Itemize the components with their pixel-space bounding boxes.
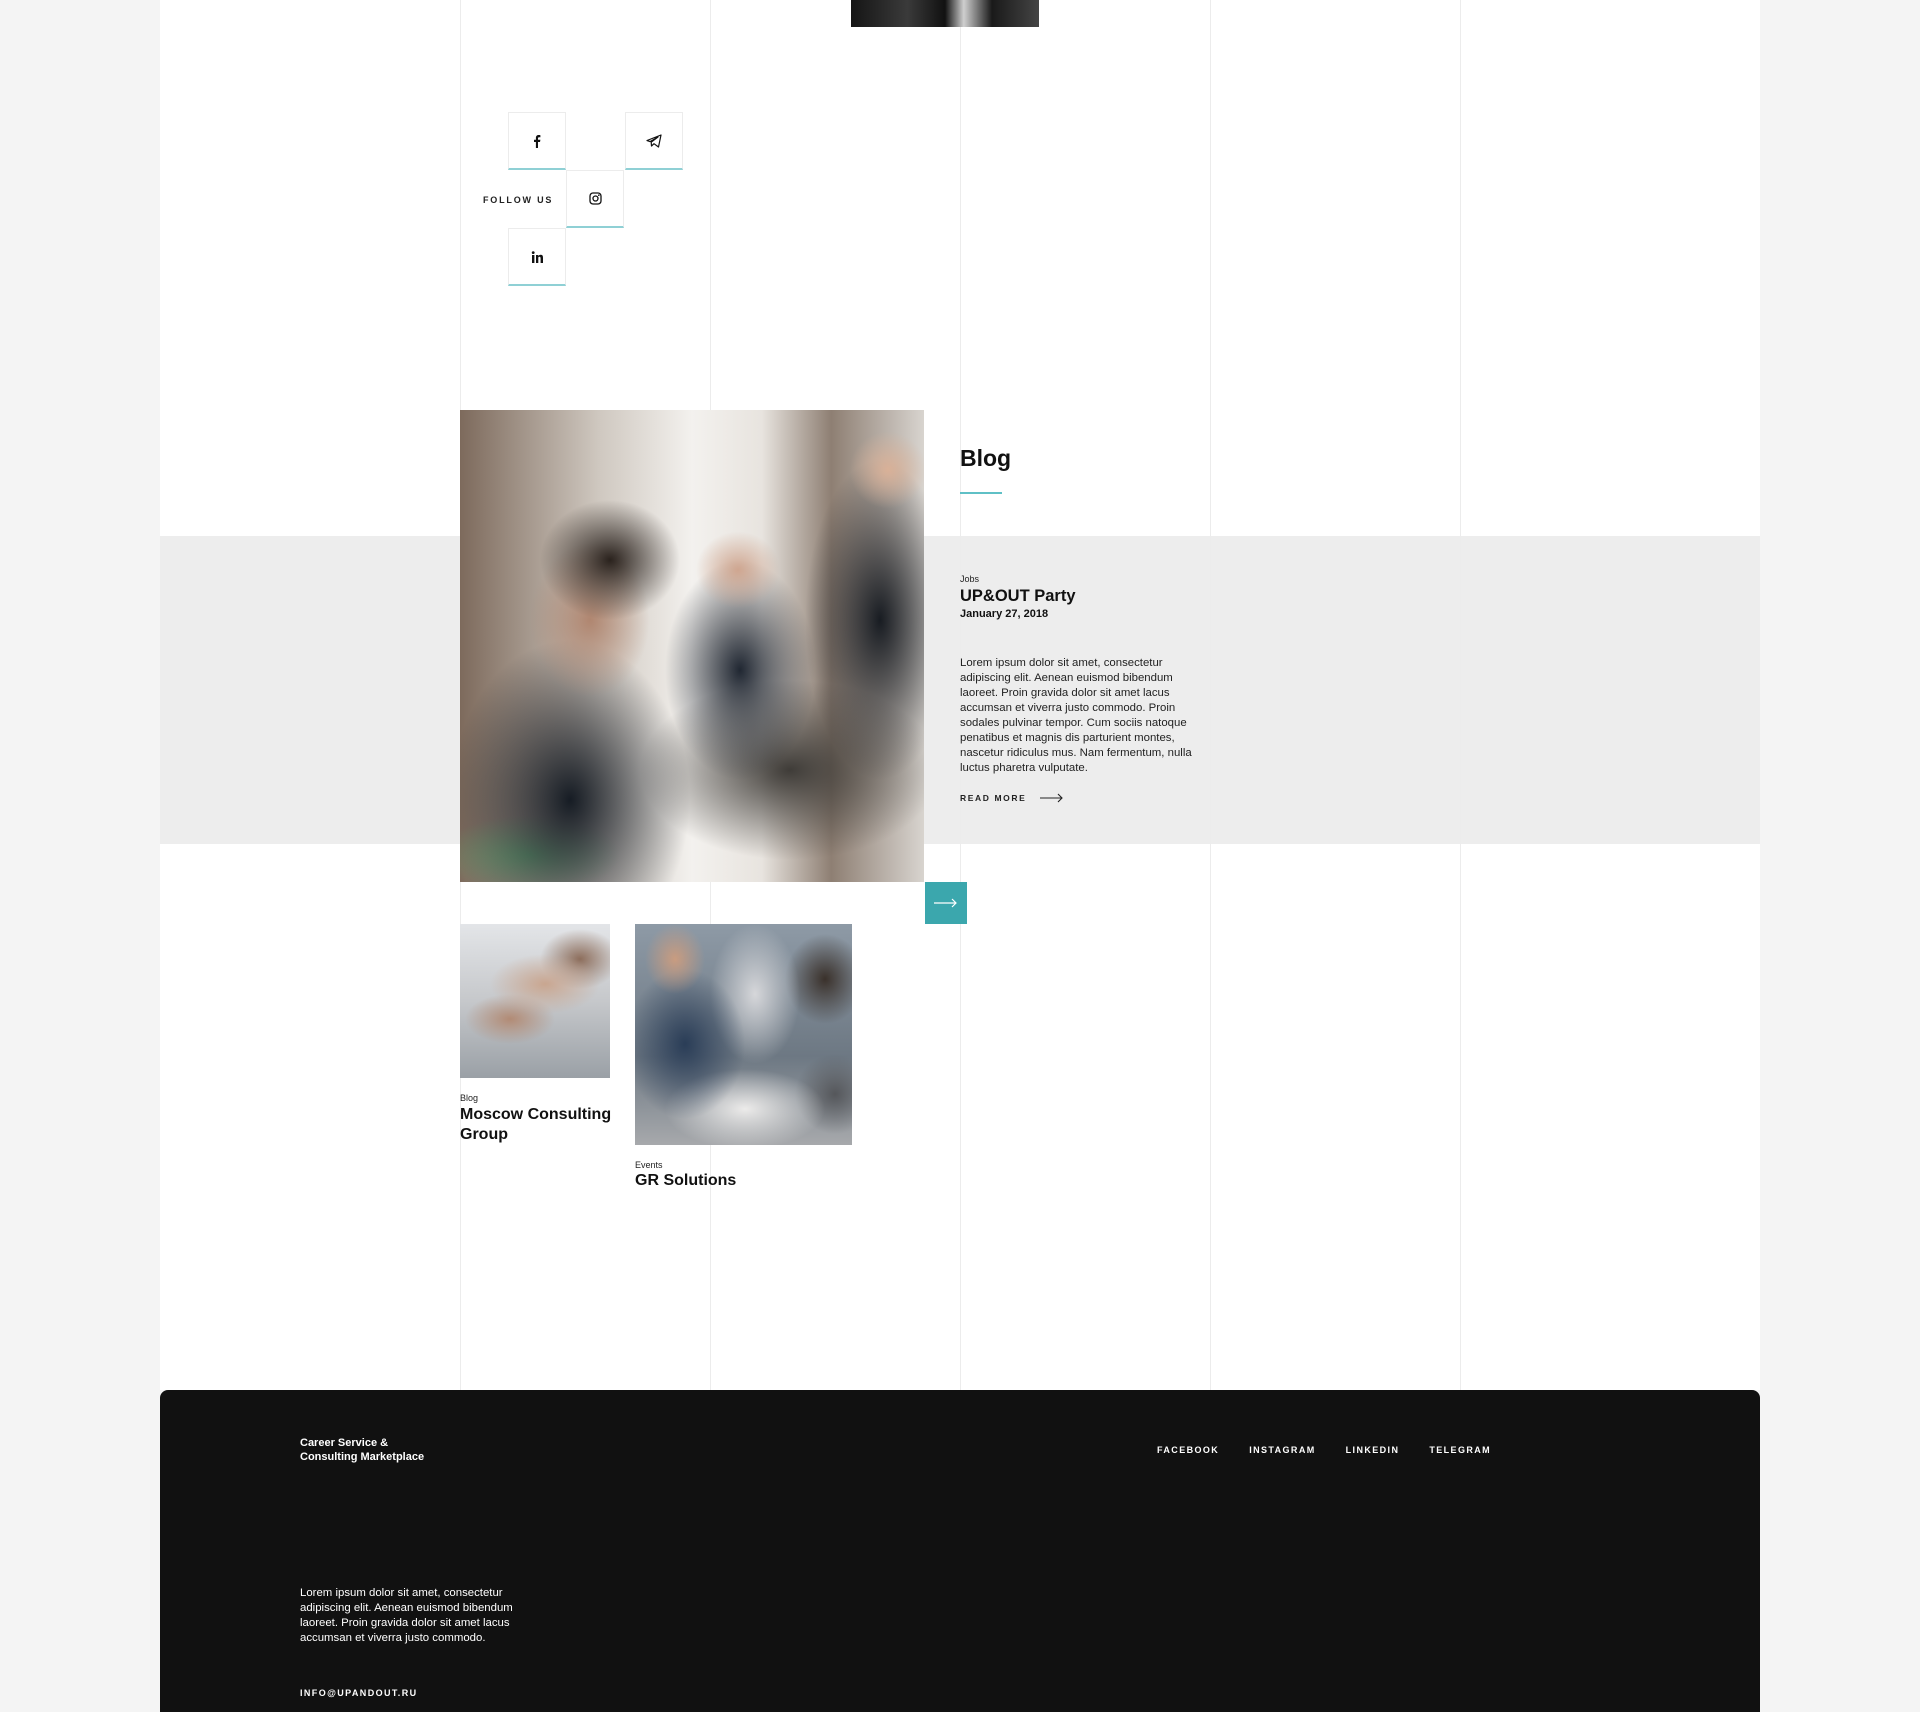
content-page: FOLLOW US Blog Jobs UP&OUT Party January… [160, 0, 1760, 1390]
featured-post-date: January 27, 2018 [960, 608, 1049, 620]
featured-post-image[interactable] [460, 410, 924, 882]
footer-brand-line: Consulting Marketplace [300, 1451, 425, 1463]
next-post-button[interactable] [925, 882, 967, 924]
linkedin-icon [531, 250, 543, 263]
telegram-link[interactable] [625, 112, 683, 170]
facebook-link[interactable] [508, 112, 566, 170]
read-more-link[interactable]: READ MORE [960, 793, 1064, 803]
footer-social-nav: FACEBOOK INSTAGRAM LINKEDIN TELEGRAM [1157, 1445, 1521, 1455]
read-more-label: READ MORE [960, 793, 1027, 803]
previous-section-photo [851, 0, 1039, 27]
blog-section-title: Blog [960, 445, 1012, 471]
instagram-icon [588, 192, 602, 205]
linkedin-link[interactable] [508, 228, 566, 286]
grid-line [1210, 0, 1211, 1390]
facebook-icon [534, 134, 541, 148]
footer-link-facebook[interactable]: FACEBOOK [1157, 1445, 1219, 1455]
footer-brand-line: Career Service & [300, 1437, 389, 1449]
follow-us-label: FOLLOW US [483, 195, 554, 205]
footer-brand[interactable]: Career Service & Consulting Marketplace [300, 1436, 424, 1464]
post-card-image[interactable] [460, 924, 610, 1078]
post-card-image[interactable] [635, 924, 852, 1145]
post-card-title[interactable]: Moscow Consulting Group [460, 1105, 620, 1145]
post-card-category: Events [635, 1160, 663, 1170]
telegram-icon [646, 133, 662, 148]
arrow-right-icon [934, 898, 957, 908]
featured-post-category: Jobs [960, 574, 980, 584]
site-footer: Career Service & Consulting Marketplace … [160, 1390, 1760, 1712]
footer-link-telegram[interactable]: TELEGRAM [1429, 1445, 1491, 1455]
featured-post-excerpt: Lorem ipsum dolor sit amet, consectetur … [960, 657, 1192, 774]
featured-post-title[interactable]: UP&OUT Party [960, 587, 1076, 606]
blog-title-underline [960, 492, 1002, 494]
footer-link-instagram[interactable]: INSTAGRAM [1249, 1445, 1315, 1455]
grid-line [1460, 0, 1461, 1390]
footer-link-linkedin[interactable]: LINKEDIN [1346, 1445, 1400, 1455]
footer-email-link[interactable]: INFO@UPANDOUT.RU [300, 1688, 418, 1698]
post-card-title[interactable]: GR Solutions [635, 1172, 736, 1190]
footer-description: Lorem ipsum dolor sit amet, consectetur … [300, 1587, 513, 1644]
instagram-link[interactable] [566, 170, 624, 228]
post-card-category: Blog [460, 1093, 479, 1103]
arrow-right-icon [1040, 793, 1064, 803]
